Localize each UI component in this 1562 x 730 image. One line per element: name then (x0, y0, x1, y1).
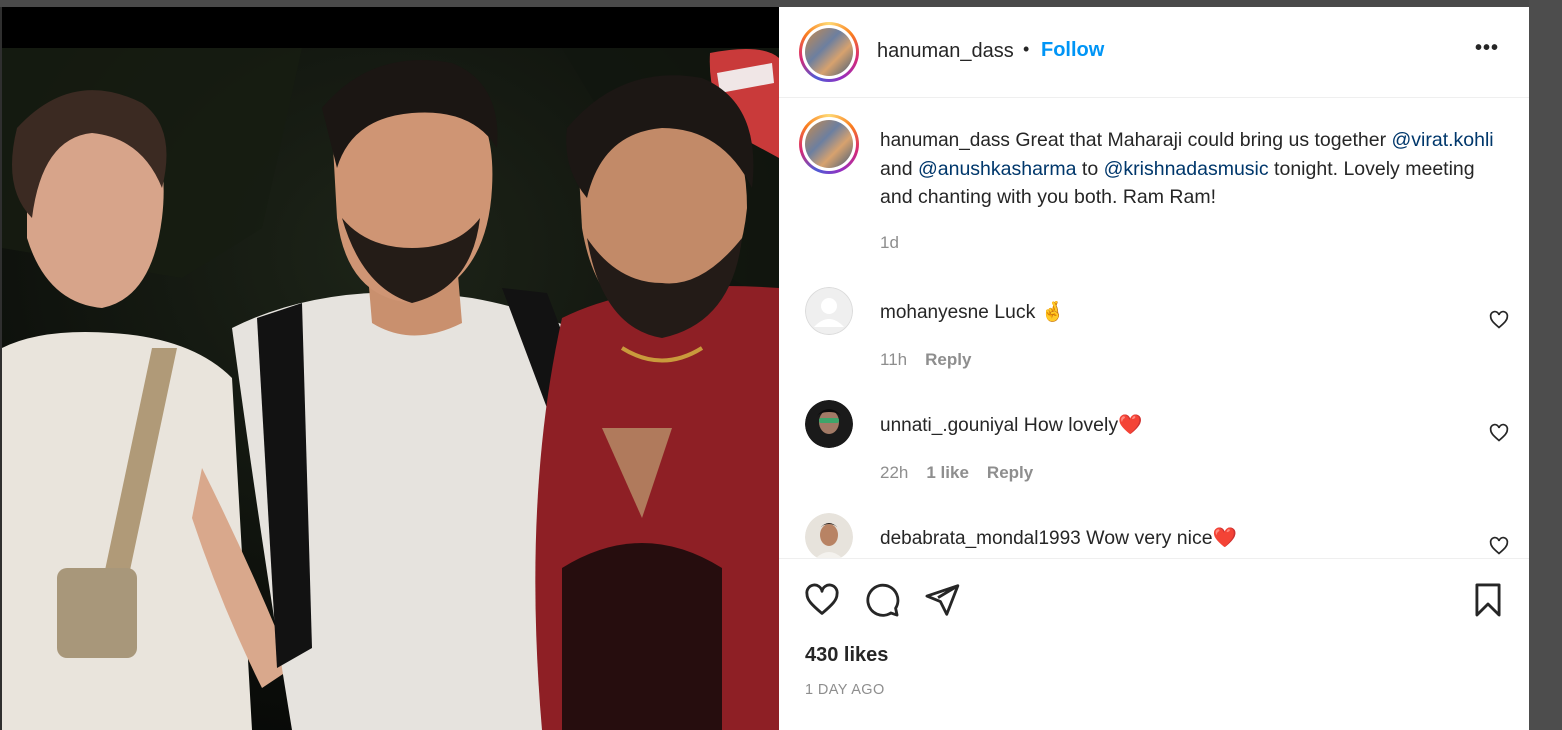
comments-list[interactable]: mohanyesne Luck 🤞 11h Reply unnati_.gouni… (779, 277, 1529, 558)
commenter-username[interactable]: debabrata_mondal1993 (880, 528, 1081, 549)
post-side-panel: hanuman_dass • Follow ••• hanuman_dass G… (779, 7, 1529, 730)
heart-emoji: ❤️ (1212, 527, 1237, 549)
commenter-avatar[interactable] (805, 287, 853, 335)
commenter-username[interactable]: unnati_.gouniyal (880, 415, 1018, 436)
comment-like-icon[interactable] (1489, 310, 1509, 330)
mention-link[interactable]: @krishnadasmusic (1104, 158, 1269, 180)
comment-icon[interactable] (863, 581, 901, 619)
heart-emoji: ❤️ (1118, 414, 1143, 436)
caption-age: 1d (880, 233, 899, 252)
save-bookmark-icon[interactable] (1469, 581, 1507, 619)
caption-text-part: and (880, 158, 918, 180)
commenter-avatar[interactable] (805, 400, 853, 448)
comment-text: Luck (988, 301, 1041, 323)
post-photo-illustration (2, 48, 779, 730)
commenter-avatar[interactable] (805, 513, 853, 558)
crossed-fingers-emoji: 🤞 (1040, 301, 1066, 323)
caption-text: hanuman_dass Great that Maharaji could b… (880, 126, 1500, 211)
mention-link[interactable]: @virat.kohli (1391, 129, 1493, 151)
caption-text-part: Great that Maharaji could bring us toget… (1009, 129, 1392, 151)
header-separator: • (1023, 39, 1030, 59)
caption-text-part: to (1076, 158, 1104, 180)
comment-time: 22h (880, 463, 909, 482)
comment-line: debabrata_mondal1993 Wow very nice❤️ (880, 526, 1237, 550)
photo-avatar-icon (805, 513, 853, 558)
comment-like-icon[interactable] (1489, 536, 1509, 556)
comment-item: debabrata_mondal1993 Wow very nice❤️ (779, 513, 1529, 558)
more-options-icon[interactable]: ••• (1475, 37, 1499, 60)
overlay-backdrop-top (0, 0, 1562, 7)
photo-avatar-icon (805, 400, 853, 448)
comment-likes[interactable]: 1 like (926, 463, 969, 482)
follow-button[interactable]: Follow (1041, 39, 1104, 62)
comment-item: mohanyesne Luck 🤞 11h Reply (779, 287, 1529, 387)
post-photo (2, 7, 779, 730)
post-actions: 430 likes 1 DAY AGO (779, 558, 1529, 730)
photo-letterbox (2, 7, 779, 48)
comment-line: unnati_.gouniyal How lovely❤️ (880, 413, 1142, 437)
likes-count[interactable]: 430 likes (805, 644, 888, 667)
overlay-backdrop-right (1529, 0, 1562, 730)
comment-time: 11h (880, 350, 908, 369)
comment-text: Wow very nice (1080, 527, 1213, 549)
commenter-username[interactable]: mohanyesne (880, 302, 989, 323)
reply-button[interactable]: Reply (987, 463, 1033, 482)
reply-button[interactable]: Reply (925, 350, 971, 369)
post-timestamp: 1 DAY AGO (805, 682, 885, 698)
comment-like-icon[interactable] (1489, 423, 1509, 443)
default-avatar-icon (805, 287, 853, 335)
author-avatar[interactable] (799, 22, 859, 82)
post-header: hanuman_dass • Follow ••• (779, 7, 1529, 98)
comment-item: unnati_.gouniyal How lovely❤️ 22h 1 like R… (779, 400, 1529, 500)
comment-text: How lovely (1018, 414, 1119, 436)
comment-meta: 22h 1 like Reply (880, 463, 1051, 483)
caption-avatar[interactable] (799, 114, 859, 174)
author-username[interactable]: hanuman_dass (877, 40, 1014, 63)
like-icon[interactable] (803, 581, 841, 619)
comment-meta: 11h Reply (880, 350, 989, 370)
mention-link[interactable]: @anushkasharma (918, 158, 1077, 180)
caption-username[interactable]: hanuman_dass (880, 130, 1010, 151)
comment-line: mohanyesne Luck 🤞 (880, 300, 1065, 324)
share-icon[interactable] (923, 581, 961, 619)
